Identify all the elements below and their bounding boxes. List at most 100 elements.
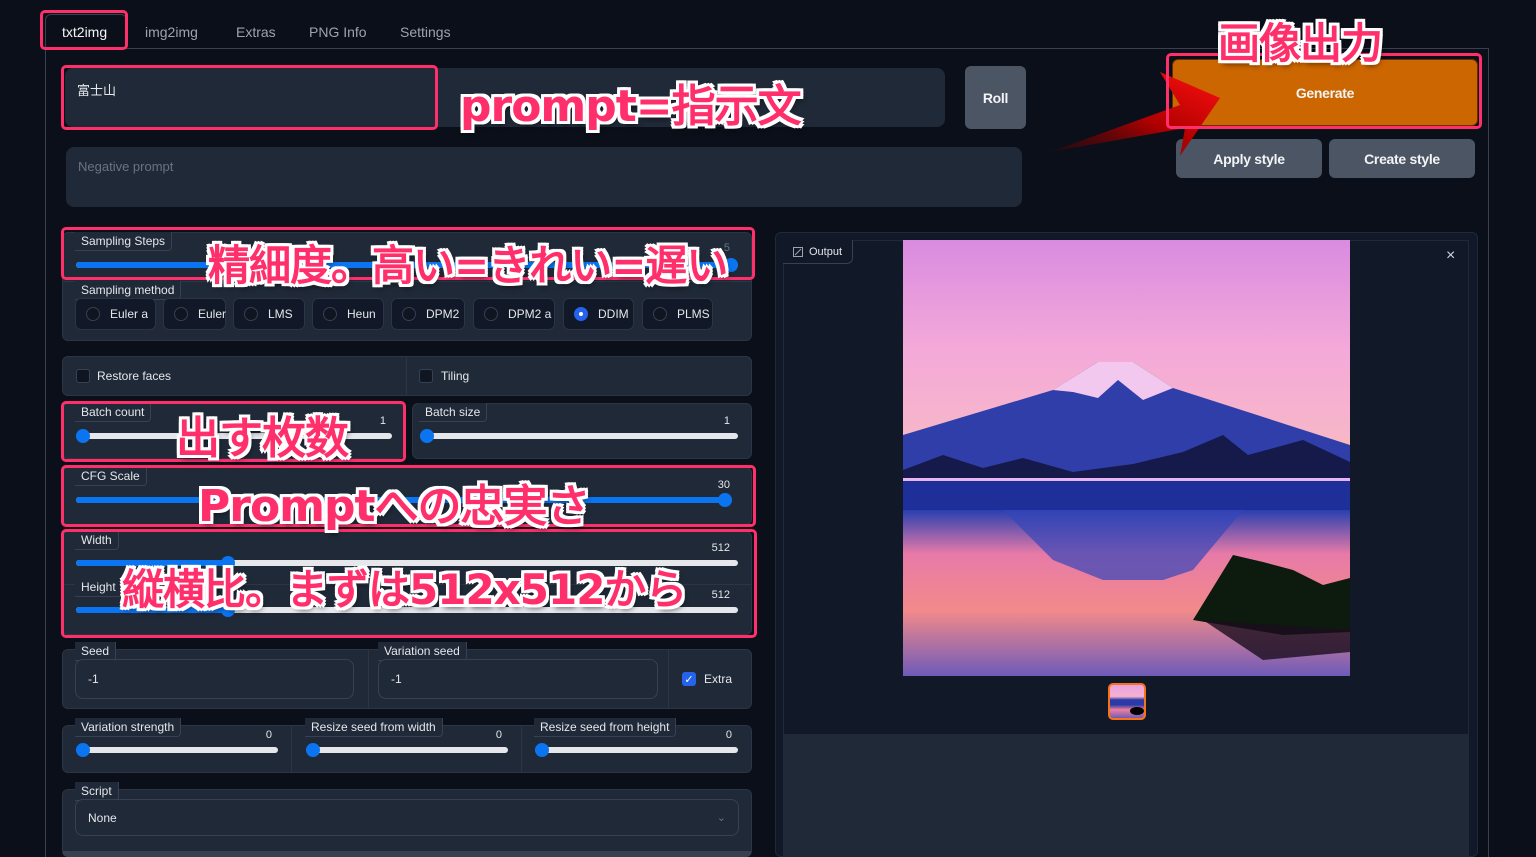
script-selected-value: None bbox=[88, 810, 117, 825]
cfg-scale-value: 30 bbox=[717, 479, 730, 491]
divider bbox=[668, 650, 669, 708]
resize-seed-width-value: 0 bbox=[495, 729, 502, 741]
extra-checkbox[interactable]: ✓ bbox=[682, 672, 696, 686]
annotation-arrow bbox=[1050, 72, 1220, 156]
tab-img2img[interactable]: img2img bbox=[145, 18, 198, 48]
thumbnail-island bbox=[1130, 707, 1144, 715]
radio-icon bbox=[323, 307, 337, 321]
radio-icon bbox=[574, 307, 588, 321]
dimensions-block bbox=[62, 531, 752, 635]
restore-faces-checkbox[interactable] bbox=[76, 369, 90, 383]
radio-label: Euler bbox=[198, 307, 227, 321]
batch-count-label: Batch count bbox=[75, 403, 152, 422]
slider-fill bbox=[76, 262, 738, 268]
radio-label: Heun bbox=[347, 307, 376, 321]
sampling-method-option[interactable]: Euler a bbox=[75, 298, 156, 330]
seed-input[interactable]: -1 bbox=[75, 659, 354, 699]
slider-thumb[interactable] bbox=[724, 258, 738, 272]
slider-thumb[interactable] bbox=[420, 429, 434, 443]
divider bbox=[62, 584, 752, 585]
width-value: 512 bbox=[711, 542, 730, 554]
cfg-scale-label: CFG Scale bbox=[75, 467, 147, 486]
sampling-method-option[interactable]: LMS bbox=[233, 298, 305, 330]
radio-label: PLMS bbox=[677, 307, 710, 321]
resize-seed-height-label: Resize seed from height bbox=[534, 718, 677, 737]
generated-image[interactable] bbox=[903, 240, 1350, 676]
app-root: txt2img img2img Extras PNG Info Settings… bbox=[0, 0, 1536, 857]
panel-border bbox=[45, 48, 46, 857]
sampling-method-option[interactable]: Heun bbox=[312, 298, 384, 330]
restore-faces-label: Restore faces bbox=[97, 369, 172, 383]
cfg-scale-slider[interactable] bbox=[76, 493, 732, 507]
tiling-label: Tiling bbox=[441, 369, 470, 383]
tab-png-info[interactable]: PNG Info bbox=[309, 18, 367, 48]
slider-thumb[interactable] bbox=[306, 743, 320, 757]
sampling-method-option[interactable]: DPM2 a bbox=[473, 298, 555, 330]
height-slider[interactable] bbox=[76, 603, 738, 617]
radio-icon bbox=[484, 307, 498, 321]
batch-size-label: Batch size bbox=[419, 403, 488, 422]
resize-seed-width-slider[interactable] bbox=[306, 743, 508, 757]
tab-settings[interactable]: Settings bbox=[400, 18, 451, 48]
slider-thumb[interactable] bbox=[718, 493, 732, 507]
chevron-down-icon: ⌄ bbox=[716, 812, 726, 824]
slider-fill bbox=[76, 607, 229, 613]
radio-label: DPM2 bbox=[426, 307, 460, 321]
prompt-input[interactable]: 富士山 bbox=[65, 68, 945, 127]
sampling-method-option[interactable]: PLMS bbox=[642, 298, 713, 330]
slider-thumb[interactable] bbox=[535, 743, 549, 757]
resize-seed-height-slider[interactable] bbox=[535, 743, 738, 757]
sampling-method-option[interactable]: DPM2 bbox=[391, 298, 465, 330]
radio-label: DPM2 a bbox=[508, 307, 552, 321]
height-label: Height bbox=[75, 578, 123, 597]
slider-thumb[interactable] bbox=[76, 743, 90, 757]
divider bbox=[521, 726, 522, 772]
width-label: Width bbox=[75, 531, 119, 550]
script-select[interactable]: None ⌄ bbox=[75, 799, 739, 836]
tab-txt2img-label[interactable]: txt2img bbox=[62, 18, 107, 48]
variation-strength-label: Variation strength bbox=[75, 718, 182, 737]
radio-icon bbox=[402, 307, 416, 321]
tiling-checkbox[interactable] bbox=[419, 369, 433, 383]
slider-fill bbox=[76, 560, 229, 566]
roll-button[interactable]: Roll bbox=[965, 66, 1026, 129]
tab-extras[interactable]: Extras bbox=[236, 18, 276, 48]
height-value: 512 bbox=[711, 589, 730, 601]
divider bbox=[368, 650, 369, 708]
sampling-steps-label: Sampling Steps bbox=[75, 232, 173, 251]
extra-label: Extra bbox=[704, 672, 733, 686]
batch-size-value: 1 bbox=[723, 415, 730, 427]
check-icon: ✓ bbox=[684, 673, 694, 686]
panel-border bbox=[1488, 48, 1489, 857]
batch-size-slider[interactable] bbox=[420, 429, 738, 443]
slider-fill bbox=[76, 497, 732, 503]
batch-count-value: 1 bbox=[379, 415, 386, 427]
resize-seed-width-label: Resize seed from width bbox=[305, 718, 443, 737]
close-icon[interactable]: × bbox=[1446, 247, 1455, 265]
negative-prompt-input[interactable]: Negative prompt bbox=[66, 147, 1022, 207]
cfg-scale-block bbox=[62, 467, 752, 525]
radio-label: LMS bbox=[268, 307, 293, 321]
sampling-method-option[interactable]: DDIM bbox=[563, 298, 634, 330]
variation-seed-input[interactable]: -1 bbox=[378, 659, 658, 699]
sampling-method-option[interactable]: Euler bbox=[163, 298, 226, 330]
radio-icon bbox=[653, 307, 667, 321]
radio-icon bbox=[174, 307, 188, 321]
divider bbox=[291, 726, 292, 772]
radio-label: Euler a bbox=[110, 307, 149, 321]
create-style-button[interactable]: Create style bbox=[1329, 139, 1475, 178]
resize-seed-height-value: 0 bbox=[725, 729, 732, 741]
radio-icon bbox=[244, 307, 258, 321]
variation-strength-slider[interactable] bbox=[76, 743, 278, 757]
output-thumbnail[interactable] bbox=[1108, 683, 1146, 720]
width-slider[interactable] bbox=[76, 556, 738, 570]
mount-fuji-illustration bbox=[903, 362, 1350, 660]
output-label-tag: Output bbox=[783, 240, 854, 264]
radio-label: DDIM bbox=[598, 307, 629, 321]
output-info-area bbox=[783, 735, 1469, 857]
output-label: Output bbox=[809, 245, 843, 258]
sampling-steps-slider[interactable] bbox=[76, 258, 738, 272]
slider-thumb[interactable] bbox=[76, 429, 90, 443]
batch-count-slider[interactable] bbox=[76, 429, 392, 443]
image-icon bbox=[793, 246, 803, 257]
